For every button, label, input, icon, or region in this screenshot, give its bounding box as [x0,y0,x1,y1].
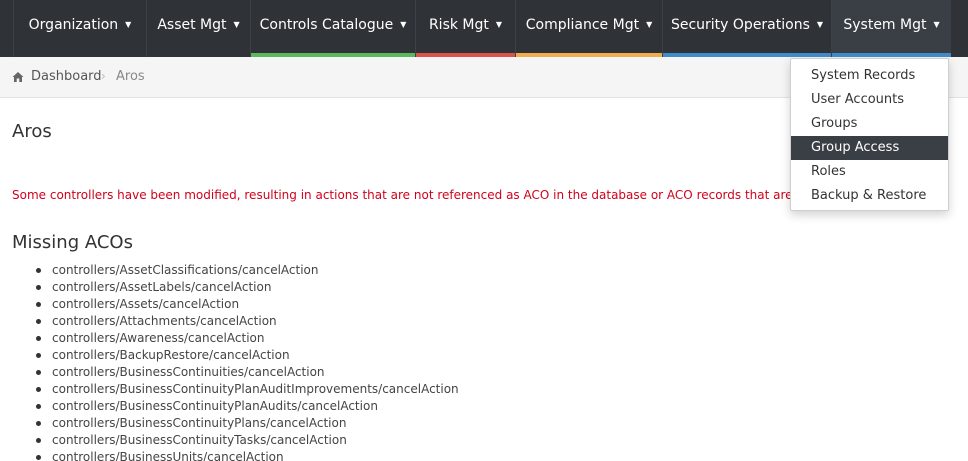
top-navbar: Organization ▼ Asset Mgt ▼ Controls Catalo… [0,0,968,57]
aco-path: controllers/BusinessContinuityPlanAuditI… [52,382,459,396]
list-item: controllers/AssetLabels/cancelAction [36,279,459,296]
bullet-icon [36,370,41,375]
caret-down-icon: ▼ [816,20,824,29]
nav-organization[interactable]: Organization ▼ [13,0,146,57]
bullet-icon [36,268,41,273]
nav-system-mgt-label: System Mgt [843,17,927,33]
list-item: controllers/BusinessContinuityPlanAuditI… [36,381,459,398]
missing-acos-heading: Missing ACOs [12,232,133,253]
breadcrumb-separator: › [101,69,106,83]
breadcrumb-dashboard-link[interactable]: Dashboard [31,69,102,84]
bullet-icon [36,404,41,409]
aco-path: controllers/Assets/cancelAction [52,297,240,311]
list-item: controllers/BusinessUnits/cancelAction [36,449,459,461]
list-item: controllers/BusinessContinuities/cancelA… [36,364,459,381]
nav-controls-catalogue[interactable]: Controls Catalogue ▼ [250,0,415,57]
bullet-icon [36,302,41,307]
list-item: controllers/BusinessContinuityPlanAudits… [36,398,459,415]
nav-security-operations[interactable]: Security Operations ▼ [662,0,831,57]
menu-item-backup-restore[interactable]: Backup & Restore [791,184,948,208]
menu-item-groups[interactable]: Groups [791,112,948,136]
caret-down-icon: ▼ [233,20,240,29]
bullet-icon [36,421,41,426]
bullet-icon [36,319,41,324]
menu-item-system-records[interactable]: System Records [791,64,948,88]
bullet-icon [36,285,41,290]
nav-security-operations-label: Security Operations [670,17,810,33]
nav-compliance-mgt-label: Compliance Mgt [525,17,640,33]
bullet-icon [36,455,41,460]
aco-path: controllers/Awareness/cancelAction [52,331,265,345]
caret-down-icon: ▼ [495,20,503,29]
nav-risk-mgt[interactable]: Risk Mgt ▼ [415,0,515,57]
nav-organization-label: Organization [28,17,119,33]
menu-item-roles[interactable]: Roles [791,160,948,184]
aco-path: controllers/BusinessContinuityTasks/canc… [52,433,347,447]
aco-path: controllers/BusinessContinuityPlanAudits… [52,399,378,413]
menu-item-group-access[interactable]: Group Access [791,136,948,160]
bullet-icon [36,353,41,358]
aco-path: controllers/BusinessContinuities/cancelA… [52,365,325,379]
bullet-icon [36,438,41,443]
list-item: controllers/BusinessContinuityPlans/canc… [36,415,459,432]
home-icon[interactable] [12,71,24,83]
list-item: controllers/BusinessContinuityTasks/canc… [36,432,459,449]
caret-down-icon: ▼ [125,20,132,29]
bullet-icon [36,336,41,341]
nav-system-mgt[interactable]: System Mgt ▼ [831,0,951,57]
list-item: controllers/Assets/cancelAction [36,296,459,313]
list-item: controllers/Awareness/cancelAction [36,330,459,347]
page-title: Aros [12,121,52,142]
list-item: controllers/BackupRestore/cancelAction [36,347,459,364]
menu-item-user-accounts[interactable]: User Accounts [791,88,948,112]
nav-asset-mgt[interactable]: Asset Mgt ▼ [146,0,250,57]
breadcrumb-current: Aros [116,69,145,84]
aco-path: controllers/Attachments/cancelAction [52,314,277,328]
nav-controls-catalogue-label: Controls Catalogue [259,17,394,33]
aco-path: controllers/AssetClassifications/cancelA… [52,263,319,277]
system-mgt-dropdown: System Records User Accounts Groups Grou… [790,58,949,211]
aco-path: controllers/AssetLabels/cancelAction [52,280,272,294]
aco-path: controllers/BusinessUnits/cancelAction [52,450,284,461]
caret-down-icon: ▼ [400,20,407,29]
nav-asset-mgt-label: Asset Mgt [157,17,227,33]
aco-path: controllers/BackupRestore/cancelAction [52,348,290,362]
missing-acos-list: controllers/AssetClassifications/cancelA… [36,262,459,461]
controllers-warning-message: Some controllers have been modified, res… [12,188,856,202]
aco-path: controllers/BusinessContinuityPlans/canc… [52,416,347,430]
bullet-icon [36,387,41,392]
list-item: controllers/Attachments/cancelAction [36,313,459,330]
nav-risk-mgt-label: Risk Mgt [428,17,489,33]
list-item: controllers/AssetClassifications/cancelA… [36,262,459,279]
caret-down-icon: ▼ [933,20,940,29]
nav-compliance-mgt[interactable]: Compliance Mgt ▼ [515,0,662,57]
caret-down-icon: ▼ [646,20,653,29]
